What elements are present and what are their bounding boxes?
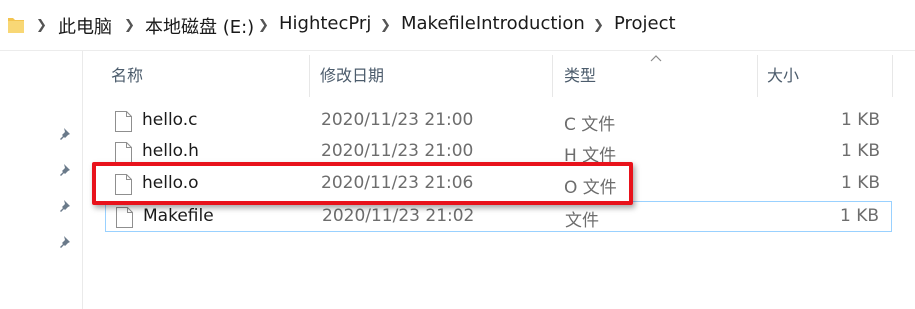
folder-icon: [8, 18, 24, 33]
column-header-type[interactable]: 类型: [564, 62, 596, 86]
file-date: 2020/11/23 21:00: [321, 110, 474, 130]
column-divider[interactable]: [757, 55, 758, 97]
pin-icon[interactable]: [58, 126, 74, 142]
file-row-selected[interactable]: Makefile 2020/11/23 21:02 文件 1 KB: [105, 201, 892, 232]
nav-divider[interactable]: [82, 51, 83, 309]
chevron-right-icon[interactable]: ❯: [124, 18, 135, 33]
column-header-date[interactable]: 修改日期: [320, 62, 384, 86]
file-icon: [115, 111, 132, 132]
file-type: 文件: [565, 211, 599, 231]
file-size: 1 KB: [840, 141, 880, 161]
breadcrumb-this-pc[interactable]: 此电脑: [58, 13, 112, 39]
file-type: O 文件: [564, 178, 617, 198]
file-size: 1 KB: [840, 110, 880, 130]
file-date: 2020/11/23 21:00: [321, 141, 474, 161]
file-size: 1 KB: [839, 206, 879, 226]
breadcrumb-drive-e[interactable]: 本地磁盘 (E:): [145, 13, 254, 39]
chevron-right-icon[interactable]: ❯: [36, 18, 47, 33]
chevron-right-icon[interactable]: ❯: [258, 18, 269, 33]
column-header-name[interactable]: 名称: [111, 62, 143, 86]
file-date: 2020/11/23 21:02: [322, 206, 475, 226]
chevron-right-icon[interactable]: ❯: [593, 18, 604, 33]
file-icon: [116, 207, 133, 228]
file-name: hello.h: [142, 141, 199, 161]
file-name: hello.o: [142, 173, 199, 193]
file-icon: [115, 174, 132, 195]
sort-up-icon: [650, 55, 662, 62]
address-divider: [0, 50, 915, 51]
pin-icon[interactable]: [58, 234, 74, 250]
file-name: Makefile: [143, 206, 214, 226]
breadcrumb-makefileintroduction[interactable]: MakefileIntroduction: [401, 13, 585, 34]
file-name: hello.c: [142, 110, 198, 130]
column-divider[interactable]: [552, 55, 553, 97]
navigation-pane: [0, 51, 82, 309]
pin-icon[interactable]: [58, 162, 74, 178]
address-bar[interactable]: ❯ 此电脑 ❯ 本地磁盘 (E:) ❯ HightecPrj ❯ Makefil…: [0, 0, 915, 50]
file-date: 2020/11/23 21:06: [321, 173, 474, 193]
chevron-right-icon[interactable]: ❯: [380, 18, 391, 33]
column-header-size[interactable]: 大小: [767, 62, 799, 86]
column-divider[interactable]: [309, 55, 310, 97]
column-divider[interactable]: [892, 55, 893, 97]
file-icon: [115, 142, 132, 163]
breadcrumb-project[interactable]: Project: [614, 13, 676, 34]
file-size: 1 KB: [840, 173, 880, 193]
breadcrumb-hightecprj[interactable]: HightecPrj: [279, 13, 371, 34]
file-type: H 文件: [564, 146, 617, 166]
pin-icon[interactable]: [58, 198, 74, 214]
file-row[interactable]: hello.h 2020/11/23 21:00 H 文件 1 KB: [105, 137, 892, 168]
file-type: C 文件: [564, 115, 616, 135]
file-row[interactable]: hello.o 2020/11/23 21:06 O 文件 1 KB: [105, 169, 892, 200]
file-row[interactable]: hello.c 2020/11/23 21:00 C 文件 1 KB: [105, 106, 892, 137]
